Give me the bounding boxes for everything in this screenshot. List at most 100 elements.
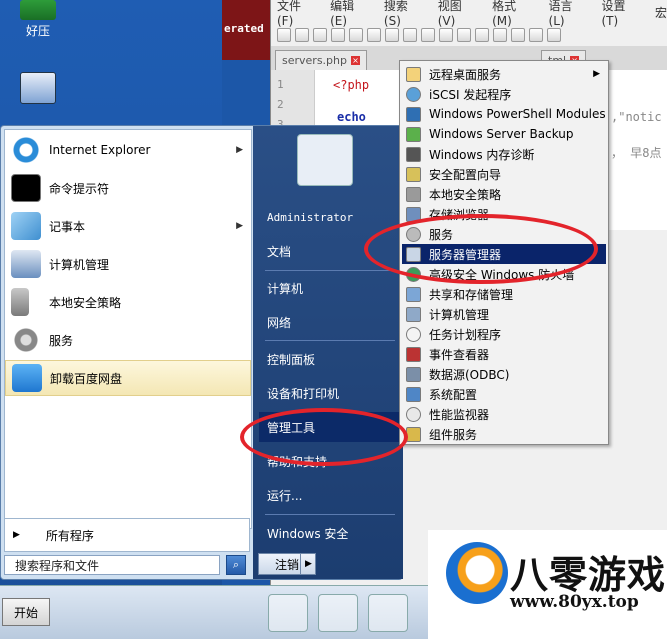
internet-explorer-taskbar-icon[interactable] [268,594,308,632]
program-internet-explorer[interactable]: Internet Explorer ▶ [5,132,251,168]
program-uninstall-baidu-netdisk[interactable]: 卸载百度网盘 [5,360,251,396]
database-icon [406,366,421,382]
menu-edit[interactable]: 编辑(E) [330,0,370,28]
baidu-netdisk-taskbar-icon[interactable] [220,594,260,632]
program-label: 命令提示符 [49,181,110,196]
place-label: 文档 [267,244,292,259]
paste-icon[interactable] [439,28,453,42]
share-storage-icon [406,286,421,302]
program-command-prompt[interactable]: 命令提示符 [5,170,251,206]
internet-explorer-icon [11,136,41,164]
menu-language[interactable]: 语言(L) [549,0,588,28]
open-file-icon[interactable] [295,28,309,42]
tool-system-configuration[interactable]: 系统配置 [402,384,606,404]
cut-icon[interactable] [403,28,417,42]
program-notepad[interactable]: 记事本 ▶ [5,208,251,244]
powershell-icon [406,106,421,122]
tool-label: 事件查看器 [429,347,490,362]
shutdown-options-arrow-icon[interactable]: ▶ [300,553,316,575]
event-viewer-icon [406,346,421,362]
place-computer[interactable]: 计算机 [259,273,399,303]
tab-label: servers.php [282,54,347,67]
tool-local-security-policy[interactable]: 本地安全策略 [402,184,606,204]
baidu-netdisk-icon [12,364,42,392]
close-tab-icon[interactable]: × [351,56,360,65]
menu-settings[interactable]: 设置(T) [601,0,641,28]
tool-powershell-modules[interactable]: Windows PowerShell Modules [402,104,606,124]
tool-event-viewer[interactable]: 事件查看器 [402,344,606,364]
program-computer-management[interactable]: 计算机管理 [5,246,251,282]
replace-icon[interactable] [511,28,525,42]
desktop-icon-haozip[interactable]: 好压 [8,0,68,39]
close-all-icon[interactable] [367,28,381,42]
tool-label: iSCSI 发起程序 [429,87,512,102]
tool-performance-monitor[interactable]: 性能监视器 [402,404,606,424]
search-input[interactable] [4,555,220,575]
find-icon[interactable] [493,28,507,42]
print-icon[interactable] [385,28,399,42]
menu-search[interactable]: 搜索(S) [384,0,424,28]
annotation-ring-server-manager [364,214,598,284]
performance-icon [406,406,421,422]
server-manager-taskbar-icon[interactable] [70,594,110,632]
close-icon[interactable] [349,28,363,42]
search-icon[interactable]: ⌕ [226,555,246,575]
place-control-panel[interactable]: 控制面板 [259,344,399,374]
computer-management-taskbar-icon[interactable] [368,594,408,632]
save-icon[interactable] [313,28,327,42]
zoom-out-icon[interactable] [547,28,561,42]
menu-file[interactable]: 文件(F) [277,0,316,28]
tool-label: Windows PowerShell Modules [429,107,606,121]
tool-memory-diagnostic[interactable]: Windows 内存诊断 [402,144,606,164]
zoom-in-icon[interactable] [529,28,543,42]
menu-view[interactable]: 视图(V) [438,0,478,28]
desktop-icon-computer[interactable] [8,72,68,106]
redo-icon[interactable] [475,28,489,42]
folder-icon [406,66,421,82]
menu-macro[interactable]: 宏 [655,4,667,21]
iscsi-globe-icon [406,86,421,102]
undo-icon[interactable] [457,28,471,42]
tool-component-services[interactable]: 组件服务 [402,424,606,444]
tool-odbc-data-sources[interactable]: 数据源(ODBC) [402,364,606,384]
place-windows-security[interactable]: Windows 安全 [259,518,399,548]
separator [265,514,395,515]
tool-iscsi-initiator[interactable]: iSCSI 发起程序 [402,84,606,104]
backup-icon [406,126,421,142]
tool-security-configuration-wizard[interactable]: 安全配置向导 [402,164,606,184]
all-programs-button[interactable]: ▶ 所有程序 [4,518,250,552]
tool-share-and-storage-management[interactable]: 共享和存储管理 [402,284,606,304]
new-file-icon[interactable] [277,28,291,42]
console-window: erated [222,0,270,60]
code-line-1: <?php [333,78,370,92]
command-prompt-taskbar-icon[interactable] [318,594,358,632]
tool-label: 本地安全策略 [429,187,502,202]
explorer-folder-icon[interactable] [172,594,212,632]
tool-windows-server-backup[interactable]: Windows Server Backup [402,124,606,144]
copy-icon[interactable] [421,28,435,42]
place-devices-and-printers[interactable]: 设备和打印机 [259,378,399,408]
save-all-icon[interactable] [331,28,345,42]
tool-computer-management[interactable]: 计算机管理 [402,304,606,324]
start-label: 开始 [13,605,38,620]
tool-task-scheduler[interactable]: 任务计划程序 [402,324,606,344]
menu-format[interactable]: 格式(M) [492,0,534,28]
system-config-icon [406,386,421,402]
tab-servers-php[interactable]: servers.php × [275,50,367,70]
powershell-taskbar-icon[interactable] [122,594,162,632]
line-number: 2 [277,98,284,111]
wizard-icon [406,166,421,182]
brand-logo-icon [446,542,508,604]
program-label: 记事本 [49,219,86,234]
start-button[interactable]: 开始 [2,598,50,626]
place-label: 设备和打印机 [267,386,340,401]
code-fragment: ， 早8点 [611,146,662,160]
place-network[interactable]: 网络 [259,307,399,337]
annotation-ring-admin-tools [240,408,408,466]
place-run[interactable]: 运行... [259,480,399,510]
tool-remote-desktop-services[interactable]: 远程桌面服务 ▶ [402,64,606,84]
program-services[interactable]: 服务 [5,322,251,358]
place-administrator[interactable]: Administrator [259,202,399,232]
program-local-security-policy[interactable]: 本地安全策略 [5,284,251,320]
search-row: ⌕ [4,554,248,576]
